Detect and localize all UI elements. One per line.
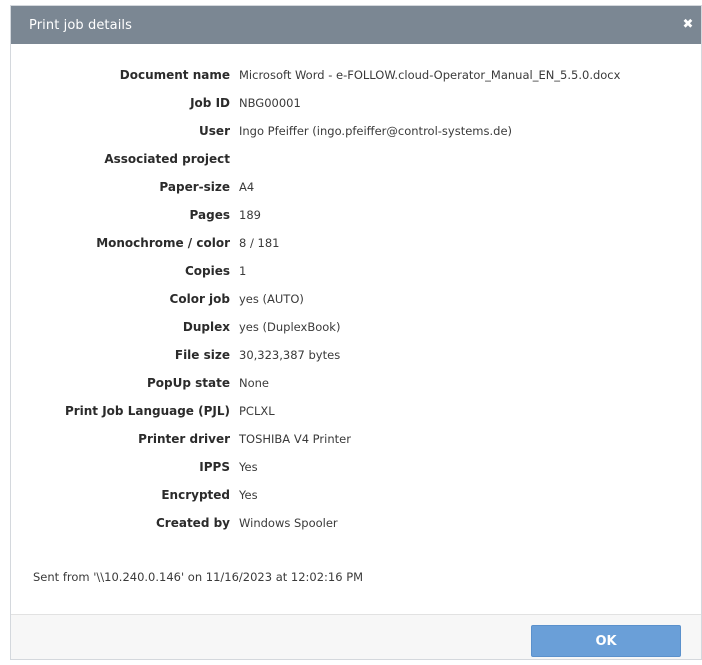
detail-value: yes (AUTO) <box>239 292 304 306</box>
dialog-title: Print job details <box>29 17 132 33</box>
detail-value: Ingo Pfeiffer (ingo.pfeiffer@control-sys… <box>239 124 513 138</box>
detail-row-duplex: Duplex yes (DuplexBook) <box>11 318 701 346</box>
detail-value: 189 <box>239 208 261 222</box>
detail-row-pages: Pages 189 <box>11 206 701 234</box>
detail-label: Pages <box>189 208 230 222</box>
detail-row-color-job: Color job yes (AUTO) <box>11 290 701 318</box>
close-icon[interactable]: ✖ <box>679 16 697 34</box>
detail-label: IPPS <box>199 460 230 474</box>
detail-value: Yes <box>239 488 258 502</box>
detail-value: Yes <box>239 460 258 474</box>
detail-label: Print Job Language (PJL) <box>64 404 230 418</box>
detail-value: Microsoft Word - e-FOLLOW.cloud-Operator… <box>239 68 621 82</box>
details-list: Document name Microsoft Word - e-FOLLOW.… <box>11 44 701 542</box>
detail-label: Job ID <box>190 96 230 110</box>
detail-label: Copies <box>184 264 230 278</box>
detail-value: None <box>239 376 270 390</box>
detail-row-created-by: Created by Windows Spooler <box>11 514 701 542</box>
detail-label: Paper-size <box>159 180 230 194</box>
dialog-titlebar: Print job details ✖ <box>11 6 701 44</box>
dialog-footer: OK <box>11 614 701 659</box>
detail-row-copies: Copies 1 <box>11 262 701 290</box>
detail-label: Encrypted <box>161 488 230 502</box>
detail-row-paper-size: Paper-size A4 <box>11 178 701 206</box>
detail-label: Document name <box>119 68 230 82</box>
detail-row-print-job-language: Print Job Language (PJL) PCLXL <box>11 402 701 430</box>
page: Print job details ✖ Document name Micros… <box>0 0 702 665</box>
ok-button[interactable]: OK <box>531 625 681 657</box>
detail-label: User <box>199 124 230 138</box>
detail-value: A4 <box>239 180 255 194</box>
detail-label: Color job <box>169 292 230 306</box>
detail-label: Duplex <box>182 320 230 334</box>
detail-row-encrypted: Encrypted Yes <box>11 486 701 514</box>
detail-value: 1 <box>239 264 247 278</box>
detail-row-associated-project: Associated project <box>11 150 701 178</box>
print-job-details-dialog: Print job details ✖ Document name Micros… <box>10 5 702 660</box>
detail-row-popup-state: PopUp state None <box>11 374 701 402</box>
detail-value: TOSHIBA V4 Printer <box>239 432 351 446</box>
detail-label: Associated project <box>104 152 230 166</box>
detail-value: Windows Spooler <box>239 516 338 530</box>
detail-value <box>230 150 239 178</box>
detail-value: yes (DuplexBook) <box>239 320 341 334</box>
detail-row-user: User Ingo Pfeiffer (ingo.pfeiffer@contro… <box>11 122 701 150</box>
detail-label: Created by <box>155 516 230 530</box>
detail-row-job-id: Job ID NBG00001 <box>11 94 701 122</box>
detail-row-monochrome-color: Monochrome / color 8 / 181 <box>11 234 701 262</box>
detail-label: Printer driver <box>138 432 230 446</box>
detail-value: 8 / 181 <box>239 236 280 250</box>
detail-value: NBG00001 <box>239 96 301 110</box>
detail-row-ipps: IPPS Yes <box>11 458 701 486</box>
detail-label: Monochrome / color <box>96 236 230 250</box>
detail-row-printer-driver: Printer driver TOSHIBA V4 Printer <box>11 430 701 458</box>
detail-value: PCLXL <box>239 404 275 418</box>
sent-info-text: Sent from '\\10.240.0.146' on 11/16/2023… <box>33 570 364 584</box>
detail-row-document-name: Document name Microsoft Word - e-FOLLOW.… <box>11 66 701 94</box>
detail-value: 30,323,387 bytes <box>239 348 341 362</box>
detail-row-file-size: File size 30,323,387 bytes <box>11 346 701 374</box>
detail-label: File size <box>174 348 230 362</box>
detail-label: PopUp state <box>147 376 230 390</box>
